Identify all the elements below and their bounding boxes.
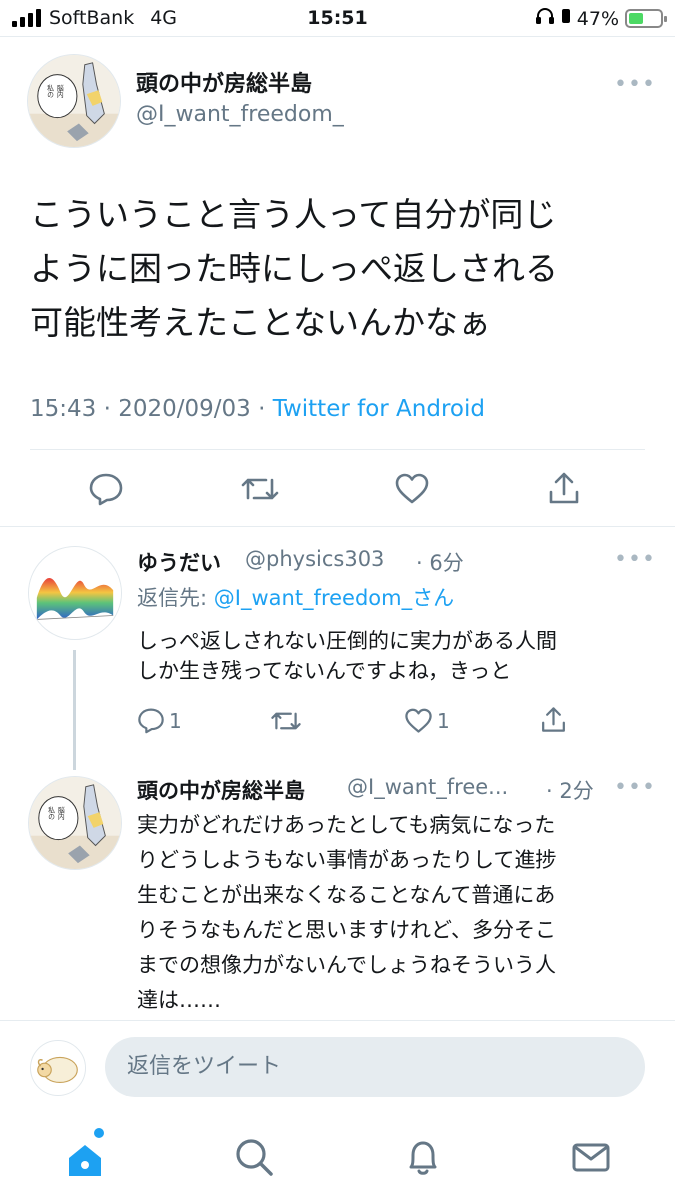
reply-text-line: 実力がどれだけあったとしても病気になった <box>137 813 556 837</box>
tweet-text-line: 可能性考えたことないんかなぁ <box>30 303 492 342</box>
headphones-icon <box>535 7 555 30</box>
like-count: 1 <box>437 709 450 733</box>
retweet-icon <box>271 712 301 730</box>
tweet-meta: 15:43 · 2020/09/03 · Twitter for Android <box>30 396 485 422</box>
tab-notifications[interactable] <box>401 1135 445 1179</box>
share-button[interactable] <box>547 470 581 506</box>
divider <box>0 526 675 527</box>
tweet-text: こういうこと言う人って自分が同じ ように困った時にしっぺ返しされる 可能性考えた… <box>30 188 645 350</box>
tab-search[interactable] <box>232 1135 276 1179</box>
reply-author-handle[interactable]: @physics303 <box>245 547 384 571</box>
reply-text-line: りそうなもんだと思いますけれど、多分そこ <box>137 918 556 942</box>
battery-icon <box>625 9 667 28</box>
reply-input[interactable]: 返信をツイート <box>105 1037 645 1097</box>
like-button[interactable]: 1 <box>404 708 450 734</box>
reply-author-handle[interactable]: @I_want_free... <box>347 775 508 799</box>
retweet-button[interactable] <box>270 709 302 733</box>
new-content-dot <box>94 1128 104 1138</box>
status-bar: SoftBank 4G 15:51 47% <box>0 0 675 36</box>
reply-button[interactable]: 1 <box>137 707 182 734</box>
reply-to-prefix: 返信先: <box>137 586 214 610</box>
reply-text-line: りどうしようもない事情があったりして進捗 <box>137 848 557 872</box>
messages-icon <box>572 1143 610 1172</box>
reply-author-name[interactable]: 頭の中が房総半島 <box>137 775 305 805</box>
share-button[interactable] <box>540 705 567 734</box>
avatar[interactable]: 私の 脳内 <box>27 54 121 148</box>
tweet-source-link[interactable]: Twitter for Android <box>273 396 485 422</box>
composer-divider <box>0 1020 675 1021</box>
like-icon <box>405 708 432 733</box>
status-divider <box>0 36 675 37</box>
svg-text:脳内: 脳内 <box>56 805 64 821</box>
reply-icon <box>89 473 123 506</box>
tweet-text-line: ように困った時にしっぺ返しされる <box>30 249 558 288</box>
tweet-text-line: こういうこと言う人って自分が同じ <box>30 195 557 234</box>
more-options-icon[interactable]: ••• <box>614 547 656 572</box>
reply-button[interactable] <box>88 472 124 506</box>
reply-count: 1 <box>169 708 182 733</box>
retweet-icon <box>241 478 279 500</box>
avatar[interactable] <box>28 546 122 640</box>
svg-text:脳内: 脳内 <box>55 83 63 99</box>
more-options-icon[interactable]: ••• <box>614 775 656 800</box>
share-icon <box>542 707 565 732</box>
home-icon <box>69 1145 101 1176</box>
status-right: 47% <box>535 7 667 30</box>
reply-author-name[interactable]: ゆうだい <box>137 547 221 577</box>
reply-time: · 6分 <box>416 551 464 575</box>
reply-to-label: 返信先: @I_want_freedom_さん <box>137 582 454 612</box>
avatar[interactable]: 私の 脳内 <box>28 776 122 870</box>
more-options-icon[interactable]: ••• <box>614 72 656 97</box>
reply-text-line: までの想像力がないんでしょうねそういう人 <box>137 953 556 977</box>
reply-text: しっぺ返しされない圧倒的に実力がある人間 しか生き残ってないんですよね，きっと <box>137 626 652 686</box>
tab-messages[interactable] <box>569 1135 613 1179</box>
tweet-timestamp: 15:43 · 2020/09/03 · <box>30 396 273 422</box>
svg-text:私の: 私の <box>46 83 54 98</box>
divider <box>30 449 645 450</box>
search-icon <box>236 1139 273 1176</box>
reply-to-mention[interactable]: @I_want_freedom_さん <box>214 586 454 610</box>
author-name[interactable]: 頭の中が房総半島 <box>136 66 312 98</box>
rotation-lock-icon <box>561 7 571 30</box>
reply-text-line: しっぺ返しされない圧倒的に実力がある人間 <box>137 629 557 653</box>
reply-text: 実力がどれだけあったとしても病気になった りどうしようもない事情があったりして進… <box>137 808 657 1018</box>
reply-icon <box>138 708 164 734</box>
author-handle[interactable]: @I_want_freedom_ <box>136 102 344 127</box>
my-avatar[interactable] <box>30 1040 86 1096</box>
notifications-icon <box>409 1141 437 1175</box>
tab-home[interactable] <box>63 1138 107 1182</box>
reply-text-line: 達は…… <box>137 988 221 1012</box>
reply-text-line: 生むことが出来なくなることなんて普通にあ <box>137 883 556 907</box>
reply-text-line: しか生き残ってないんですよね，きっと <box>137 659 512 683</box>
retweet-button[interactable] <box>240 474 280 504</box>
reply-time: · 2分 <box>546 779 594 803</box>
like-button[interactable] <box>394 473 430 505</box>
thread-connector <box>73 650 76 770</box>
battery-percent: 47% <box>576 7 619 30</box>
share-icon <box>549 472 579 504</box>
like-icon <box>395 473 429 504</box>
svg-text:私の: 私の <box>47 805 55 820</box>
